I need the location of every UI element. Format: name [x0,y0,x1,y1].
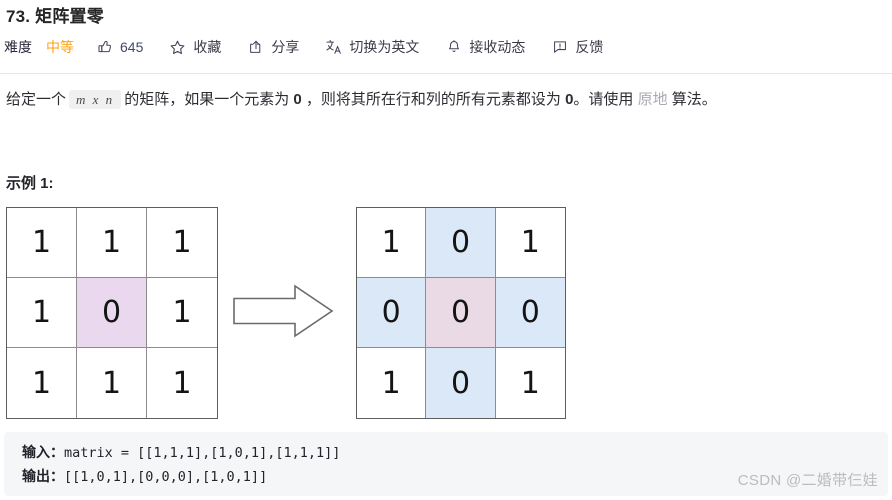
thumbs-up-icon [96,39,113,56]
matrix-cell: 1 [147,348,217,418]
inplace-link[interactable]: 原地 [638,91,668,108]
matrix-cell-highlight: 0 [426,278,496,348]
share-label: 分享 [271,39,300,55]
output-label: 输出： [22,468,64,484]
like-count: 645 [120,39,144,55]
problem-page: 73. 矩阵置零 难度 中等 645 收藏 分享 切换为英文 接收动态 反馈 给… [0,0,892,500]
share-button[interactable]: 分享 [247,34,299,60]
matrix-cell: 1 [147,208,217,278]
difficulty-indicator: 难度 中等 [4,34,74,60]
subscribe-button[interactable]: 接收动态 [445,34,525,60]
transform-arrow [232,280,334,342]
matrix-cell: 1 [7,348,77,418]
desc-part-4: 。请使用 [573,91,634,108]
input-matrix: 1 1 1 1 0 1 1 1 1 [6,207,218,419]
share-icon [247,39,264,56]
page-title: 73. 矩阵置零 [6,7,104,26]
matrix-cell-highlight: 0 [77,278,147,348]
matrix-cell: 1 [77,208,147,278]
matrix-cell: 1 [7,278,77,348]
matrix-cell-highlight: 0 [357,278,427,348]
difficulty-label: 难度 [4,39,32,55]
desc-part-3: ，则将其所在行和列的所有元素都设为 [305,91,561,108]
inline-code-dimensions: m x n [69,90,122,109]
bell-icon [445,39,462,56]
toolbar-divider [0,73,892,74]
favorite-button[interactable]: 收藏 [169,34,221,60]
matrix-cell: 1 [77,348,147,418]
difficulty-badge: 中等 [46,39,74,55]
feedback-icon [551,39,568,56]
feedback-button[interactable]: 反馈 [551,34,603,60]
watermark: CSDN @二婚带仨娃 [737,472,878,489]
translate-label: 切换为英文 [349,39,420,55]
matrix-cell-highlight: 0 [426,348,496,418]
matrix-cell: 1 [495,208,565,278]
desc-zero-1: 0 [293,91,302,108]
output-matrix: 1 0 1 0 0 0 1 0 1 [356,207,566,419]
desc-part-5: 算法。 [671,91,717,108]
star-icon [169,39,186,56]
like-button[interactable]: 645 [96,34,143,60]
input-value: matrix = [[1,1,1],[1,0,1],[1,1,1]] [64,445,341,461]
favorite-label: 收藏 [193,39,222,55]
matrix-cell-highlight: 0 [495,278,565,348]
example-heading: 示例 1: [6,175,54,192]
matrix-cell: 1 [357,348,427,418]
input-label: 输入： [22,444,64,460]
matrix-cell: 1 [357,208,427,278]
matrix-cell: 1 [147,278,217,348]
subscribe-label: 接收动态 [469,39,526,55]
desc-part-1: 给定一个 [6,91,67,108]
problem-description: 给定一个 m x n 的矩阵，如果一个元素为 0 ，则将其所在行和列的所有元素都设为… [6,88,717,112]
translate-button[interactable]: 切换为英文 [325,34,419,60]
feedback-label: 反馈 [575,39,604,55]
matrix-cell: 1 [495,348,565,418]
translate-icon [325,39,342,56]
output-value: [[1,0,1],[0,0,0],[1,0,1]] [64,469,268,485]
matrix-cell: 1 [7,208,77,278]
desc-part-2: 的矩阵，如果一个元素为 [124,91,290,108]
matrix-cell-highlight: 0 [426,208,496,278]
problem-toolbar: 难度 中等 645 收藏 分享 切换为英文 接收动态 反馈 [4,34,603,60]
input-line: 输入：matrix = [[1,1,1],[1,0,1],[1,1,1]] [22,441,888,465]
